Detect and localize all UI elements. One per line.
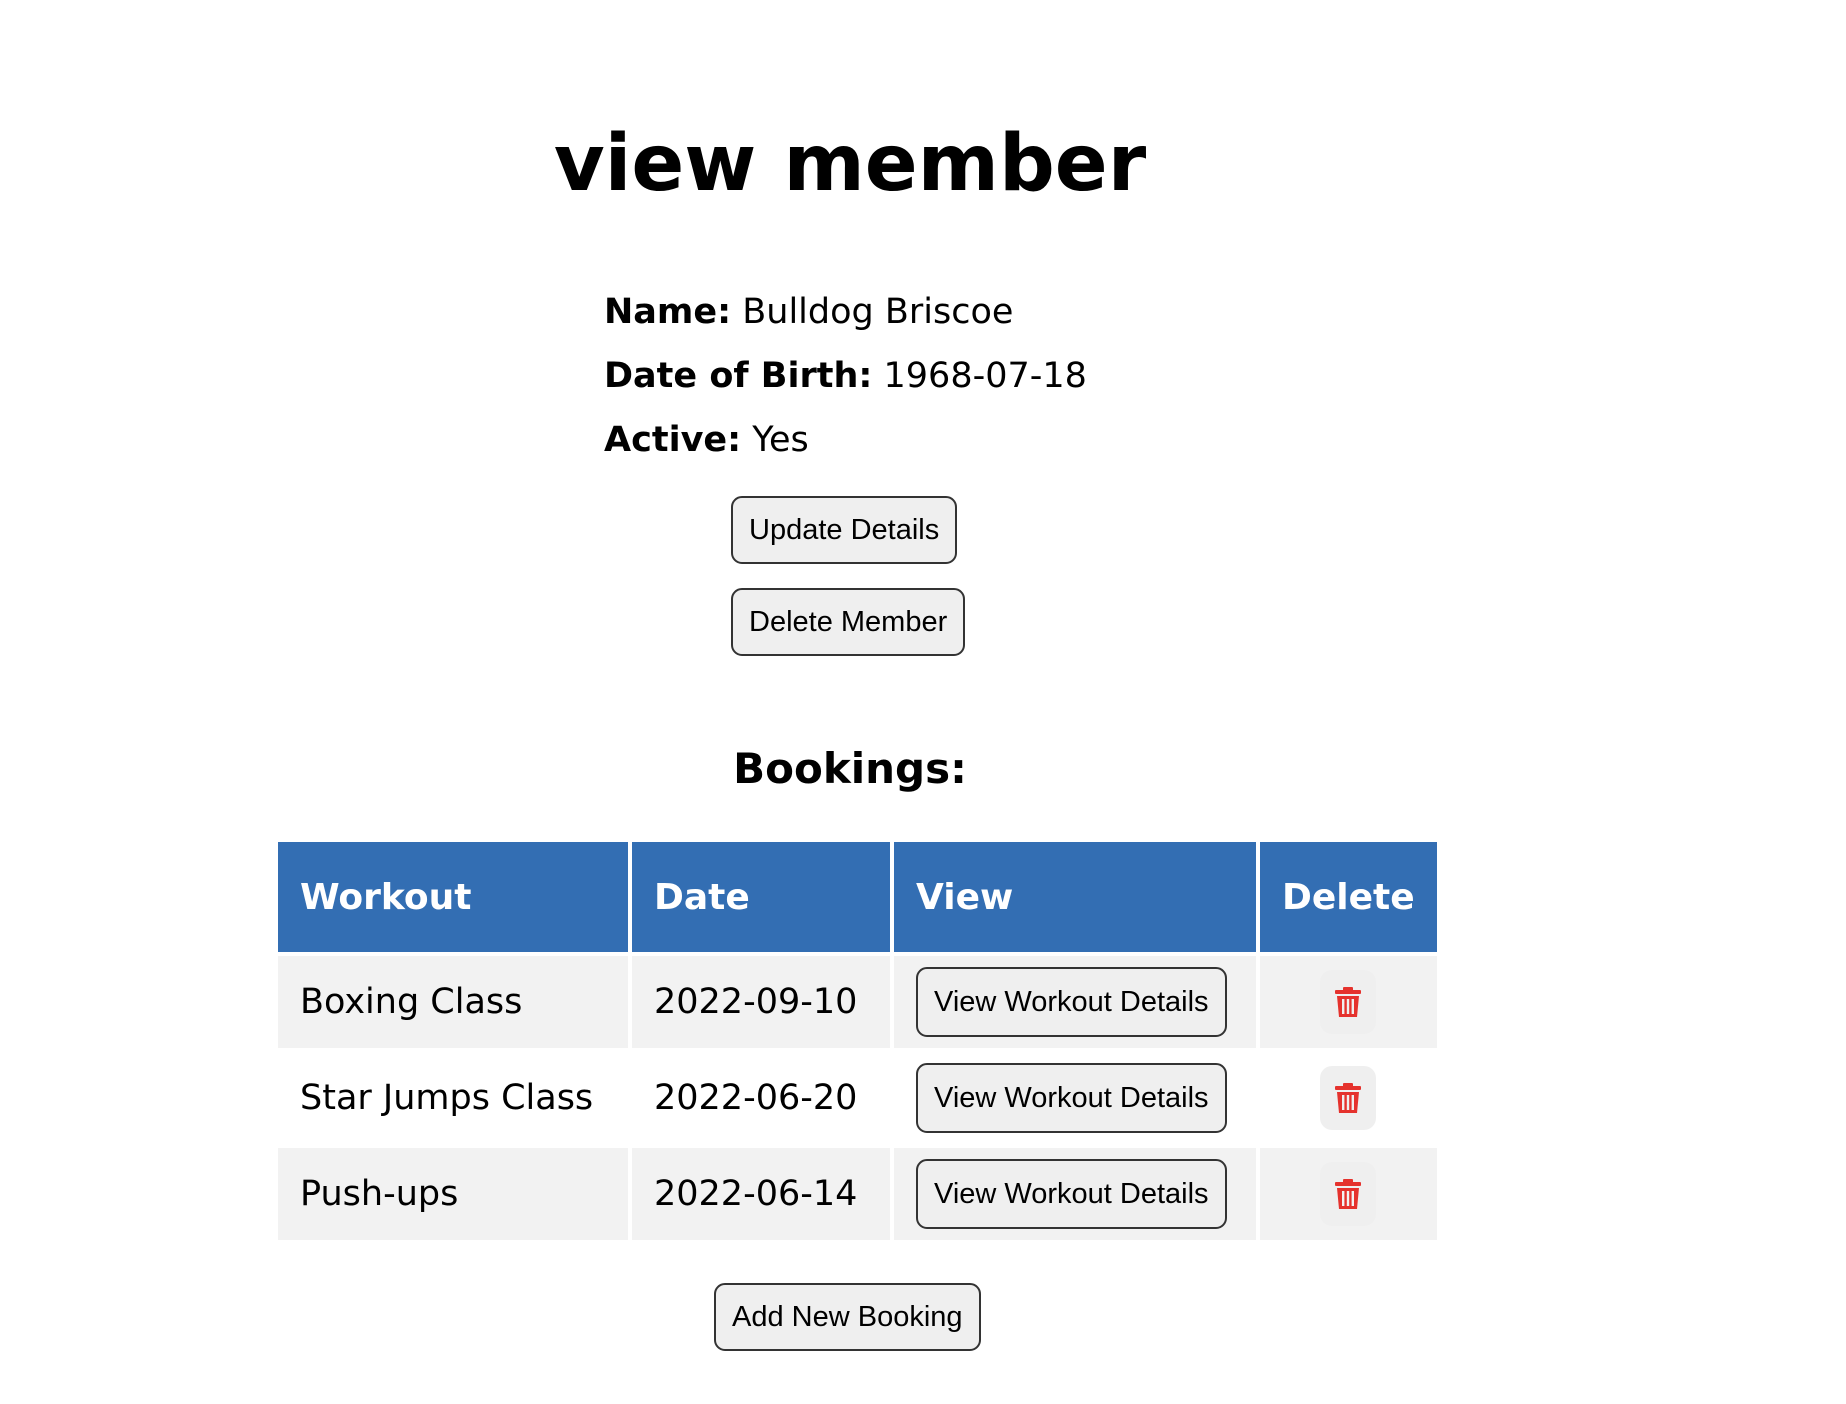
delete-booking-button[interactable] <box>1320 1066 1377 1130</box>
booking-workout: Boxing Class <box>278 956 628 1048</box>
view-workout-details-button[interactable]: View Workout Details <box>916 1159 1227 1229</box>
member-dob-row: Date of Birth: 1968-07-18 <box>604 344 1087 408</box>
booking-delete-cell <box>1260 1052 1437 1144</box>
bookings-header-row: Workout Date View Delete <box>278 842 1437 952</box>
bookings-title: Bookings: <box>733 744 967 793</box>
page-title: view member <box>553 119 1147 209</box>
header-view: View <box>894 842 1256 952</box>
table-row: Star Jumps Class 2022-06-20 View Workout… <box>278 1052 1437 1144</box>
delete-booking-button[interactable] <box>1320 1162 1377 1226</box>
member-name-row: Name: Bulldog Briscoe <box>604 280 1087 344</box>
add-new-booking-button[interactable]: Add New Booking <box>714 1283 981 1351</box>
delete-member-button[interactable]: Delete Member <box>731 588 966 656</box>
table-row: Push-ups 2022-06-14 View Workout Details <box>278 1148 1437 1240</box>
booking-view-cell: View Workout Details <box>894 1052 1256 1144</box>
header-workout: Workout <box>278 842 628 952</box>
member-dob-label: Date of Birth: <box>604 356 873 396</box>
member-active-label: Active: <box>604 420 742 460</box>
member-active-row: Active: Yes <box>604 408 1087 472</box>
trash-icon <box>1335 1083 1362 1113</box>
member-name-label: Name: <box>604 292 732 332</box>
member-name-value: Bulldog Briscoe <box>742 292 1014 332</box>
table-row: Boxing Class 2022-09-10 View Workout Det… <box>278 956 1437 1048</box>
booking-view-cell: View Workout Details <box>894 956 1256 1048</box>
booking-view-cell: View Workout Details <box>894 1148 1256 1240</box>
booking-date: 2022-06-14 <box>632 1148 890 1240</box>
trash-icon <box>1335 987 1362 1017</box>
member-active-value: Yes <box>752 420 809 460</box>
booking-date: 2022-06-20 <box>632 1052 890 1144</box>
trash-icon <box>1335 1179 1362 1209</box>
booking-workout: Star Jumps Class <box>278 1052 628 1144</box>
view-workout-details-button[interactable]: View Workout Details <box>916 1063 1227 1133</box>
bookings-table: Workout Date View Delete Boxing Class 20… <box>274 838 1441 1244</box>
delete-booking-button[interactable] <box>1320 970 1377 1034</box>
update-details-button[interactable]: Update Details <box>731 496 958 564</box>
booking-delete-cell <box>1260 956 1437 1048</box>
view-workout-details-button[interactable]: View Workout Details <box>916 967 1227 1037</box>
header-date: Date <box>632 842 890 952</box>
member-actions: Update Details Delete Member <box>731 496 966 656</box>
header-delete: Delete <box>1260 842 1437 952</box>
booking-delete-cell <box>1260 1148 1437 1240</box>
member-dob-value: 1968-07-18 <box>883 356 1087 396</box>
booking-date: 2022-09-10 <box>632 956 890 1048</box>
member-details: Name: Bulldog Briscoe Date of Birth: 196… <box>604 280 1087 472</box>
booking-workout: Push-ups <box>278 1148 628 1240</box>
